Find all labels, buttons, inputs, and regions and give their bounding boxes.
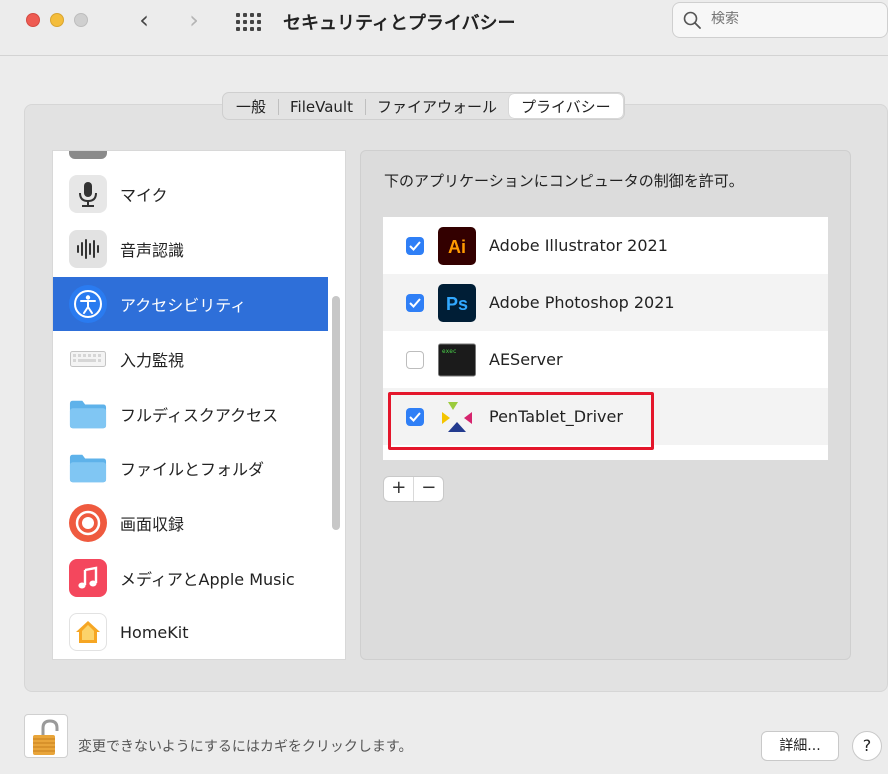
app-row-aeserver[interactable]: exec AEServer [383, 331, 828, 388]
sidebar-item-label: ファイルとフォルダ [120, 460, 265, 479]
sidebar-item-label: 入力監視 [120, 351, 185, 370]
lock-hint-text: 変更できないようにするにはカギをクリックします。 [78, 739, 413, 755]
app-name: Adobe Illustrator 2021 [489, 236, 668, 255]
sidebar-item-label: 画面収録 [120, 515, 185, 534]
sidebar-item-files-and-folders[interactable]: ファイルとフォルダ [53, 441, 328, 495]
sidebar-item-label: HomeKit [120, 622, 189, 642]
sidebar-item-label: マイク [120, 186, 168, 205]
app-checkbox[interactable] [406, 350, 424, 369]
sidebar-item-label: アクセシビリティ [120, 296, 247, 315]
sidebar-item-full-disk-access[interactable]: フルディスクアクセス [53, 387, 328, 441]
help-button[interactable]: ? [852, 731, 882, 761]
sidebar-item-microphone[interactable]: マイク [53, 167, 328, 221]
forward-button[interactable]: › [182, 6, 206, 34]
search-input[interactable] [711, 11, 881, 27]
close-window-button[interactable] [26, 13, 40, 27]
sidebar-item-screen-recording[interactable]: 画面収録 [53, 496, 328, 550]
back-button[interactable]: ‹ [132, 6, 156, 34]
sidebar-item-media-apple-music[interactable]: メディアとApple Music [53, 551, 328, 605]
search-icon [683, 11, 701, 29]
photoshop-icon: Ps [438, 283, 476, 322]
accessibility-icon [69, 285, 107, 323]
tab-privacy[interactable]: プライバシー [508, 94, 623, 118]
add-remove-control: + − [383, 476, 444, 502]
screen-recording-icon [69, 504, 107, 542]
terminal-exec-icon: exec [438, 341, 476, 379]
add-app-button[interactable]: + [384, 477, 413, 501]
sidebar-item-label: 音声認識 [120, 241, 185, 260]
sidebar-item-accessibility[interactable]: アクセシビリティ [53, 277, 328, 331]
folder-icon [69, 449, 107, 487]
illustrator-icon: Ai [438, 226, 476, 265]
keyboard-icon [69, 340, 107, 378]
advanced-button[interactable]: 詳細... [761, 731, 839, 761]
sidebar-item-label: メディアとApple Music [120, 570, 295, 589]
pane-description: 下のアプリケーションにコンピュータの制御を許可。 [384, 172, 744, 190]
app-checkbox[interactable] [406, 293, 424, 312]
speech-recognition-icon [69, 230, 107, 268]
sidebar-item-homekit[interactable]: HomeKit [53, 605, 328, 659]
sidebar-item-speech-recognition[interactable]: 音声認識 [53, 222, 328, 276]
tab-filevault[interactable]: FileVault [278, 94, 365, 118]
home-icon [69, 613, 107, 651]
folder-icon [69, 395, 107, 433]
zoom-window-button[interactable] [74, 13, 88, 27]
sidebar-item-label: フルディスクアクセス [120, 406, 279, 425]
title-bar: ‹ › セキュリティとプライバシー [0, 0, 888, 56]
sidebar-item-input-monitoring[interactable]: 入力監視 [53, 332, 328, 386]
app-row-illustrator[interactable]: Ai Adobe Illustrator 2021 [383, 217, 828, 274]
window-title: セキュリティとプライバシー [283, 13, 516, 34]
app-name: Adobe Photoshop 2021 [489, 293, 675, 312]
app-checkbox[interactable] [406, 236, 424, 255]
privacy-category-list: マイク 音声認識 アクセシビリティ 入力監視 フルディスクアクセス ファイルとフ… [52, 150, 346, 660]
svg-text:exec: exec [442, 348, 457, 355]
partial-list-item-icon [69, 151, 107, 159]
minimize-window-button[interactable] [50, 13, 64, 27]
svg-text:Ps: Ps [446, 294, 468, 314]
show-all-grid-icon[interactable] [236, 13, 262, 31]
search-field[interactable] [672, 2, 888, 38]
music-icon [69, 559, 107, 597]
highlight-annotation [388, 392, 654, 450]
sidebar-scrollbar[interactable] [332, 296, 340, 530]
app-row-photoshop[interactable]: Ps Adobe Photoshop 2021 [383, 274, 828, 331]
tab-bar: 一般 FileVault ファイアウォール プライバシー [222, 92, 625, 120]
svg-text:Ai: Ai [448, 237, 466, 257]
tab-firewall[interactable]: ファイアウォール [364, 94, 509, 118]
app-name: AEServer [489, 350, 563, 369]
remove-app-button[interactable]: − [413, 477, 443, 501]
lock-button[interactable] [24, 714, 68, 758]
padlock-icon [33, 719, 59, 755]
microphone-icon [69, 175, 107, 213]
tab-general[interactable]: 一般 [224, 94, 278, 118]
